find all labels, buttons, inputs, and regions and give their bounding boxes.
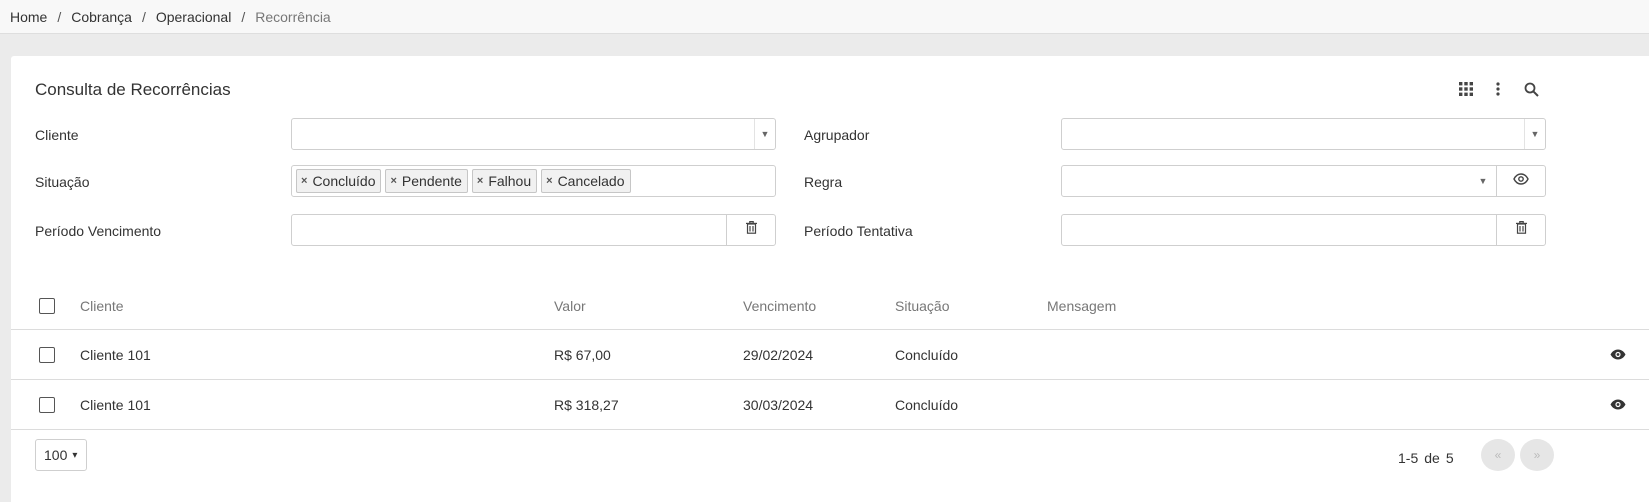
pagination-range: 1-5: [1398, 450, 1419, 466]
cliente-label: Cliente: [35, 127, 79, 143]
tag-label: Concluído: [312, 173, 376, 189]
remove-tag-icon[interactable]: ×: [477, 175, 483, 187]
breadcrumb-separator: /: [241, 8, 246, 25]
query-card: Consulta de Recorrências Cliente ▼ Agrup…: [11, 56, 1649, 502]
pagination-total: 5: [1445, 450, 1454, 466]
grid-apps-icon[interactable]: [1455, 78, 1477, 100]
remove-tag-icon[interactable]: ×: [546, 175, 552, 187]
cliente-select[interactable]: ▼: [291, 118, 776, 150]
column-header-valor[interactable]: Valor: [554, 298, 586, 314]
clear-periodo-tentativa-button[interactable]: [1496, 215, 1545, 245]
agrupador-select[interactable]: ▼: [1061, 118, 1546, 150]
breadcrumb-home[interactable]: Home: [10, 9, 47, 25]
cell-situacao: Concluído: [895, 396, 959, 413]
chevron-double-left-icon: «: [1494, 448, 1502, 462]
regra-select[interactable]: ▼: [1061, 165, 1546, 197]
tag-label: Pendente: [401, 173, 462, 189]
trash-icon: [745, 221, 757, 239]
remove-tag-icon[interactable]: ×: [390, 175, 396, 187]
pagination-of-label: de: [1424, 450, 1440, 466]
regra-label: Regra: [804, 174, 843, 190]
breadcrumb-separator: /: [141, 8, 146, 25]
tag-label: Cancelado: [557, 173, 625, 189]
page-title: Consulta de Recorrências: [35, 80, 231, 99]
column-header-cliente[interactable]: Cliente: [80, 298, 124, 314]
breadcrumb-recorrencia: Recorrência: [255, 8, 331, 25]
eye-icon[interactable]: [1609, 346, 1627, 364]
page-size-value: 100: [44, 447, 68, 463]
column-header-vencimento[interactable]: Vencimento: [743, 298, 816, 314]
periodo-tentativa-input[interactable]: [1061, 214, 1546, 246]
chevron-down-icon: ▾: [72, 449, 78, 461]
column-header-situacao[interactable]: Situação: [895, 298, 949, 314]
select-all-checkbox[interactable]: [39, 297, 55, 314]
tag-label: Falhou: [488, 173, 532, 189]
view-circle-icon: [1513, 172, 1529, 190]
periodo-tentativa-label: Período Tentativa: [804, 223, 913, 239]
search-icon[interactable]: [1520, 78, 1542, 100]
periodo-vencimento-label: Período Vencimento: [35, 223, 162, 239]
cell-valor: R$ 67,00: [554, 346, 611, 363]
table-header: Cliente Valor Vencimento Situação Mensag…: [11, 282, 1649, 330]
chevron-down-icon: ▼: [754, 119, 775, 149]
row-checkbox[interactable]: [39, 396, 55, 413]
agrupador-label: Agrupador: [804, 127, 870, 143]
situacao-tag[interactable]: × Pendente: [385, 169, 468, 193]
remove-tag-icon[interactable]: ×: [301, 175, 307, 187]
situacao-label: Situação: [35, 174, 90, 190]
situacao-tag[interactable]: × Falhou: [471, 169, 538, 193]
pagination-info: 1-5 de 5: [1398, 450, 1460, 466]
prev-page-button[interactable]: «: [1481, 439, 1515, 471]
row-checkbox[interactable]: [39, 346, 55, 363]
column-header-mensagem[interactable]: Mensagem: [1047, 298, 1116, 314]
chevron-down-icon: ▼: [1524, 119, 1545, 149]
eye-icon[interactable]: [1609, 396, 1627, 414]
clear-periodo-vencimento-button[interactable]: [726, 215, 775, 245]
trash-icon: [1515, 221, 1527, 239]
next-page-button[interactable]: »: [1520, 439, 1554, 471]
page-size-select[interactable]: 100 ▾: [35, 439, 87, 471]
breadcrumb-separator: /: [57, 8, 62, 25]
regra-view-button[interactable]: [1496, 166, 1545, 196]
cell-vencimento: 29/02/2024: [743, 346, 814, 363]
breadcrumb-operacional[interactable]: Operacional: [156, 9, 232, 25]
periodo-vencimento-input[interactable]: [291, 214, 776, 246]
chevron-double-right-icon: »: [1533, 448, 1541, 462]
more-vert-icon[interactable]: [1487, 78, 1509, 100]
table-row[interactable]: Cliente 101 R$ 67,00 29/02/2024 Concluíd…: [11, 330, 1649, 380]
situacao-tag[interactable]: × Cancelado: [541, 169, 631, 193]
chevron-down-icon: ▼: [1478, 176, 1488, 186]
cell-vencimento: 30/03/2024: [743, 396, 814, 413]
cell-valor: R$ 318,27: [554, 396, 619, 413]
cell-situacao: Concluído: [895, 346, 959, 363]
cell-cliente: Cliente 101: [80, 346, 151, 363]
cell-cliente: Cliente 101: [80, 396, 151, 413]
breadcrumb-cobranca[interactable]: Cobrança: [71, 9, 132, 25]
table-row[interactable]: Cliente 101 R$ 318,27 30/03/2024 Concluí…: [11, 380, 1649, 430]
breadcrumb: Home / Cobrança / Operacional / Recorrên…: [0, 0, 1649, 34]
situacao-multiselect[interactable]: × Concluído × Pendente × Falhou × Cancelado: [291, 165, 776, 197]
situacao-tag[interactable]: × Concluído: [296, 169, 382, 193]
